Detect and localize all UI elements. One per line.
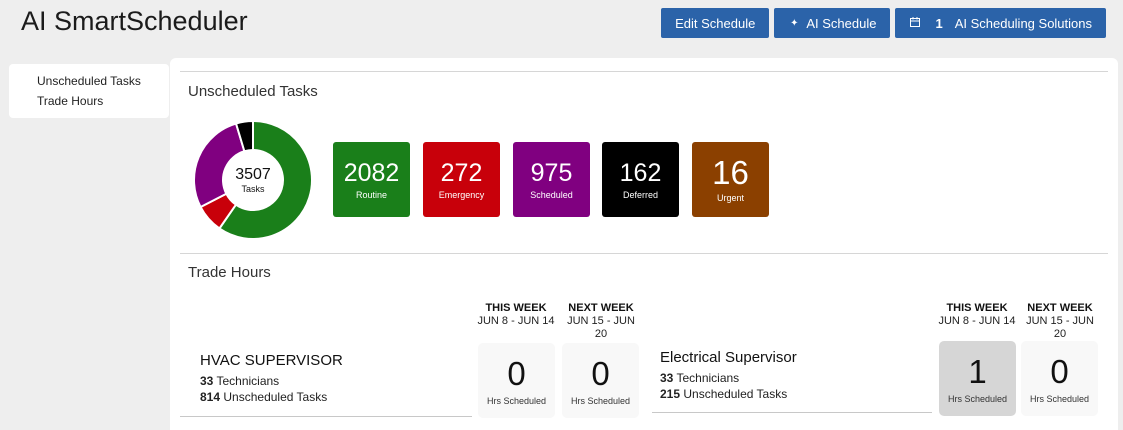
tile-label: Scheduled	[530, 190, 573, 200]
unscheduled-label: Unscheduled Tasks	[683, 387, 788, 401]
tile-emergency[interactable]: 272 Emergency	[423, 142, 500, 217]
tile-label: Deferred	[622, 190, 658, 200]
hvac-this-week-card[interactable]: 0 Hrs Scheduled	[478, 343, 555, 418]
divider	[180, 71, 1108, 72]
hours-value: 1	[968, 352, 987, 390]
supervisor-name: Electrical Supervisor	[660, 349, 797, 366]
hvac-next-week-card[interactable]: 0 Hrs Scheduled	[562, 343, 639, 418]
tile-value: 162	[619, 159, 662, 187]
tile-value: 272	[440, 159, 483, 187]
next-week-header: NEXT WEEK JUN 15 - JUN 20	[561, 302, 641, 341]
toolbar: Edit Schedule ✦ AI Schedule 1 AI Schedul…	[661, 8, 1106, 38]
solutions-label: AI Scheduling Solutions	[954, 15, 1092, 31]
tile-scheduled[interactable]: 975 Scheduled	[513, 142, 590, 217]
trade-hours-title: Trade Hours	[188, 264, 271, 281]
unscheduled-count: 215	[660, 387, 681, 401]
unscheduled-line: 215 Unscheduled Tasks	[660, 386, 797, 402]
supervisor-electrical: Electrical Supervisor 33 Technicians 215…	[660, 349, 797, 402]
tile-value: 16	[712, 154, 749, 191]
unscheduled-count: 814	[200, 390, 221, 404]
donut-slice-scheduled[interactable]	[193, 122, 246, 209]
solutions-count: 1	[935, 15, 943, 31]
sidebar-item-unscheduled-tasks[interactable]: Unscheduled Tasks	[37, 71, 169, 91]
supervisor-hvac: HVAC SUPERVISOR 33 Technicians 814 Unsch…	[200, 352, 343, 405]
technicians-line: 33 Technicians	[660, 370, 797, 386]
week-range: JUN 15 - JUN 20	[1026, 315, 1094, 340]
tile-value: 975	[530, 159, 573, 187]
hours-label: Hrs Scheduled	[1029, 393, 1090, 404]
hours-label: Hrs Scheduled	[486, 395, 547, 406]
week-title: THIS WEEK	[485, 302, 547, 314]
calendar-icon	[909, 16, 921, 30]
hours-label: Hrs Scheduled	[570, 395, 631, 406]
week-title: NEXT WEEK	[568, 302, 634, 314]
sidebar-item-trade-hours[interactable]: Trade Hours	[37, 91, 169, 111]
electrical-this-week-card[interactable]: 1 Hrs Scheduled	[939, 341, 1016, 416]
ai-schedule-button[interactable]: ✦ AI Schedule	[774, 8, 891, 38]
unscheduled-line: 814 Unscheduled Tasks	[200, 389, 343, 405]
hours-value: 0	[1050, 352, 1069, 390]
app-title: AI SmartScheduler	[21, 6, 248, 36]
edit-schedule-label: Edit Schedule	[675, 15, 756, 31]
technicians-label: Technicians	[676, 371, 740, 385]
main-panel: Unscheduled Tasks 3507 Tasks 2082 Routin…	[170, 58, 1118, 430]
ai-scheduling-solutions-button[interactable]: 1 AI Scheduling Solutions	[895, 8, 1106, 38]
row-divider	[652, 412, 932, 413]
supervisor-name: HVAC SUPERVISOR	[200, 352, 343, 369]
edit-schedule-button[interactable]: Edit Schedule	[661, 8, 770, 38]
technicians-count: 33	[660, 371, 674, 385]
technicians-count: 33	[200, 374, 214, 388]
this-week-header: THIS WEEK JUN 8 - JUN 14	[937, 302, 1017, 328]
electrical-next-week-card[interactable]: 0 Hrs Scheduled	[1021, 341, 1098, 416]
hours-value: 0	[591, 354, 610, 392]
this-week-header: THIS WEEK JUN 8 - JUN 14	[476, 302, 556, 328]
tile-label: Urgent	[716, 193, 744, 203]
divider	[180, 253, 1108, 254]
tile-deferred[interactable]: 162 Deferred	[602, 142, 679, 217]
week-title: THIS WEEK	[946, 302, 1008, 314]
hours-value: 0	[507, 354, 526, 392]
unscheduled-tasks-title: Unscheduled Tasks	[188, 83, 318, 100]
week-range: JUN 15 - JUN 20	[567, 315, 635, 340]
ai-schedule-label: AI Schedule	[806, 15, 877, 31]
tile-routine[interactable]: 2082 Routine	[333, 142, 410, 217]
tile-urgent[interactable]: 16 Urgent	[692, 142, 769, 217]
tile-label: Routine	[355, 190, 388, 200]
sparkle-icon: ✦	[790, 17, 799, 29]
tile-label: Emergency	[438, 190, 485, 200]
week-range: JUN 8 - JUN 14	[938, 315, 1016, 327]
row-divider	[180, 416, 472, 417]
week-range: JUN 8 - JUN 14	[477, 315, 555, 327]
sidebar: Unscheduled Tasks Trade Hours	[9, 64, 169, 118]
week-title: NEXT WEEK	[1027, 302, 1093, 314]
tile-value: 2082	[343, 159, 400, 187]
tasks-donut-chart	[193, 119, 313, 240]
technicians-line: 33 Technicians	[200, 373, 343, 389]
next-week-header: NEXT WEEK JUN 15 - JUN 20	[1020, 302, 1100, 341]
technicians-label: Technicians	[216, 374, 280, 388]
unscheduled-label: Unscheduled Tasks	[223, 390, 328, 404]
hours-label: Hrs Scheduled	[947, 393, 1008, 404]
